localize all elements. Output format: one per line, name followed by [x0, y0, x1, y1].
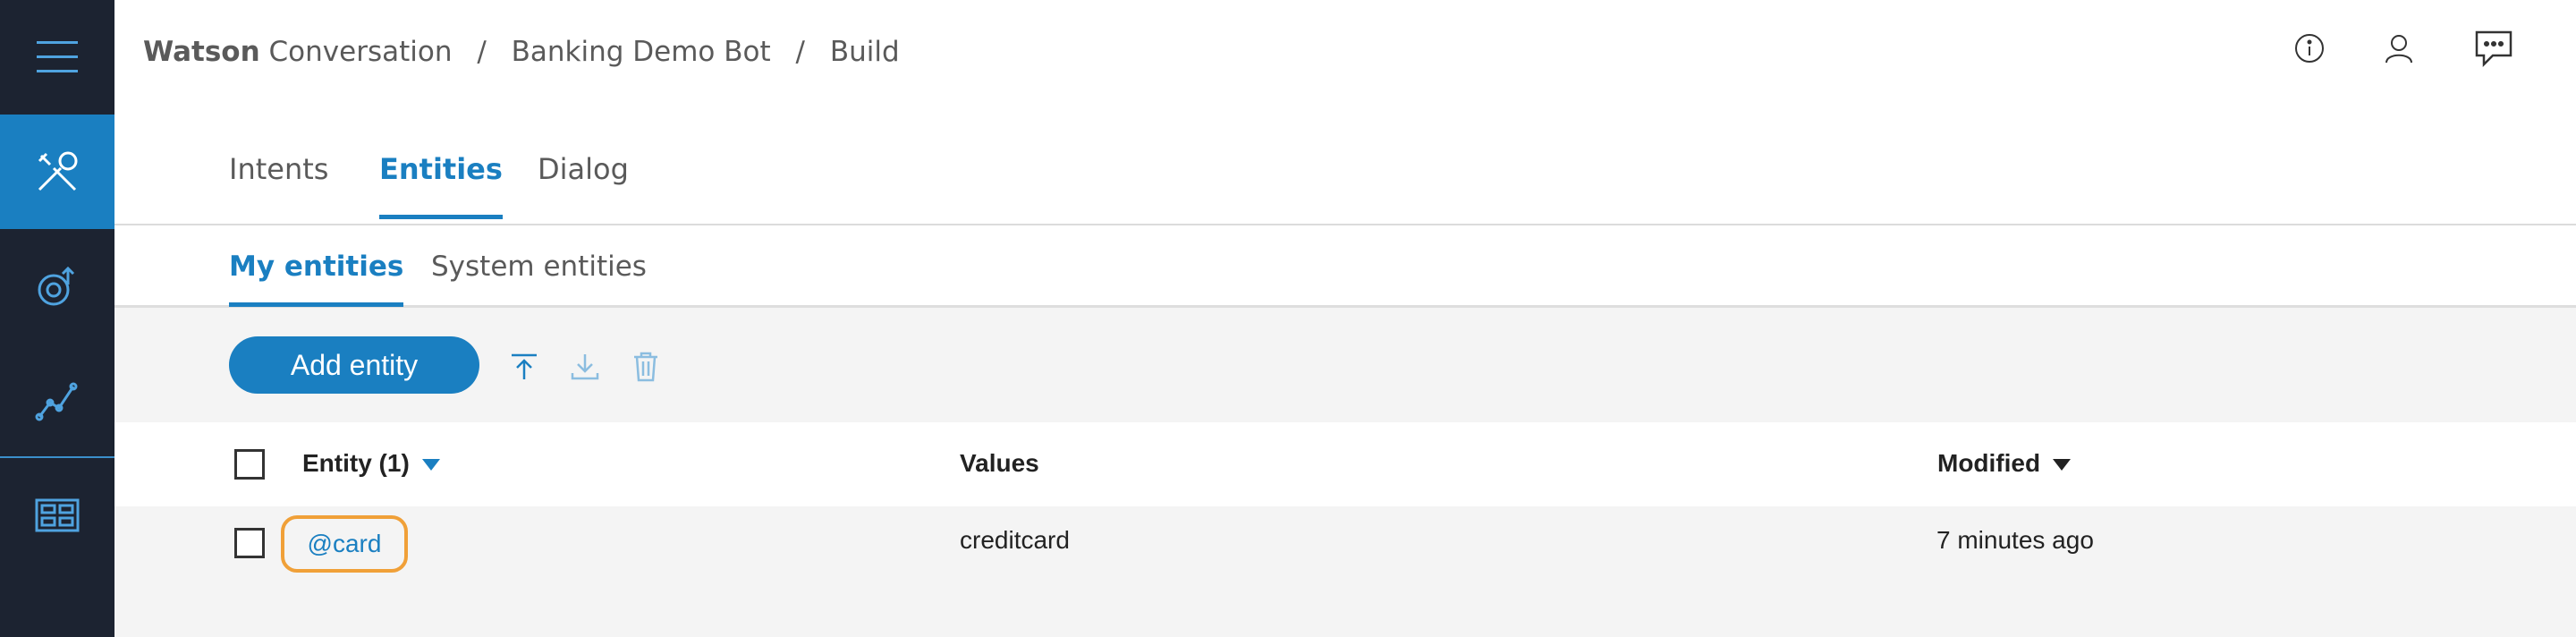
- download-icon: [571, 354, 599, 380]
- column-entity-header[interactable]: Entity (1): [302, 449, 440, 478]
- trash-icon: [634, 352, 657, 382]
- table-header: Entity (1) Values Modified: [114, 422, 2576, 506]
- column-values-header: Values: [960, 449, 1039, 477]
- breadcrumb-separator: /: [477, 36, 487, 68]
- subtab-system-entities[interactable]: System entities: [431, 251, 647, 302]
- product-name: Conversation: [268, 36, 453, 68]
- entity-name-link[interactable]: @card: [281, 515, 408, 573]
- tab-intents[interactable]: Intents: [229, 152, 328, 215]
- subtab-my-entities[interactable]: My entities: [229, 251, 404, 307]
- breadcrumb-workspace[interactable]: Banking Demo Bot: [512, 36, 771, 68]
- build-tools-icon: [38, 151, 78, 191]
- user-icon: [2385, 35, 2412, 64]
- delete-button[interactable]: [628, 349, 664, 385]
- entity-values: creditcard: [960, 526, 1070, 554]
- info-icon: [2295, 34, 2324, 63]
- sort-arrow-icon: [421, 459, 440, 471]
- entity-subtabs: My entities System entities: [114, 225, 2576, 308]
- analytics-icon: [35, 382, 78, 421]
- workspaces-icon: [35, 498, 80, 532]
- info-button[interactable]: [2284, 23, 2334, 73]
- breadcrumb-section: Build: [829, 36, 900, 68]
- add-entity-button[interactable]: Add entity: [229, 336, 479, 394]
- main-tabs: Intents Entities Dialog: [114, 111, 2576, 225]
- user-button[interactable]: [2374, 23, 2424, 73]
- sidebar-item-build[interactable]: [0, 115, 114, 229]
- breadcrumb-separator: /: [795, 36, 805, 68]
- sort-arrow-icon: [2053, 459, 2072, 471]
- breadcrumb: Watson Conversation / Banking Demo Bot /…: [143, 36, 900, 68]
- table-row: @card creditcard 7 minutes ago: [114, 506, 2576, 589]
- tab-entities[interactable]: Entities: [379, 152, 503, 219]
- upload-button[interactable]: [506, 349, 542, 385]
- select-all-checkbox[interactable]: [234, 449, 265, 480]
- upload-icon: [512, 353, 537, 379]
- improve-icon: [38, 266, 75, 306]
- sidebar-item-analytics[interactable]: [0, 344, 114, 458]
- chat-icon: [2475, 30, 2512, 68]
- menu-icon: [37, 41, 78, 72]
- row-checkbox[interactable]: [234, 528, 265, 558]
- brand-name: Watson: [143, 36, 260, 68]
- sidebar: [0, 0, 114, 637]
- column-modified-label: Modified: [1937, 449, 2041, 477]
- top-header: Watson Conversation / Banking Demo Bot /…: [114, 0, 2576, 111]
- menu-button[interactable]: [0, 0, 114, 115]
- chat-button[interactable]: [2469, 23, 2519, 73]
- sidebar-item-workspaces[interactable]: [0, 458, 114, 573]
- download-button[interactable]: [567, 349, 603, 385]
- entity-modified: 7 minutes ago: [1936, 526, 2094, 554]
- column-modified-header[interactable]: Modified: [1937, 449, 2072, 478]
- entity-toolbar: Add entity: [114, 308, 2576, 422]
- column-entity-label: Entity (1): [302, 449, 410, 477]
- tab-dialog[interactable]: Dialog: [538, 152, 629, 215]
- sidebar-item-improve[interactable]: [0, 229, 114, 344]
